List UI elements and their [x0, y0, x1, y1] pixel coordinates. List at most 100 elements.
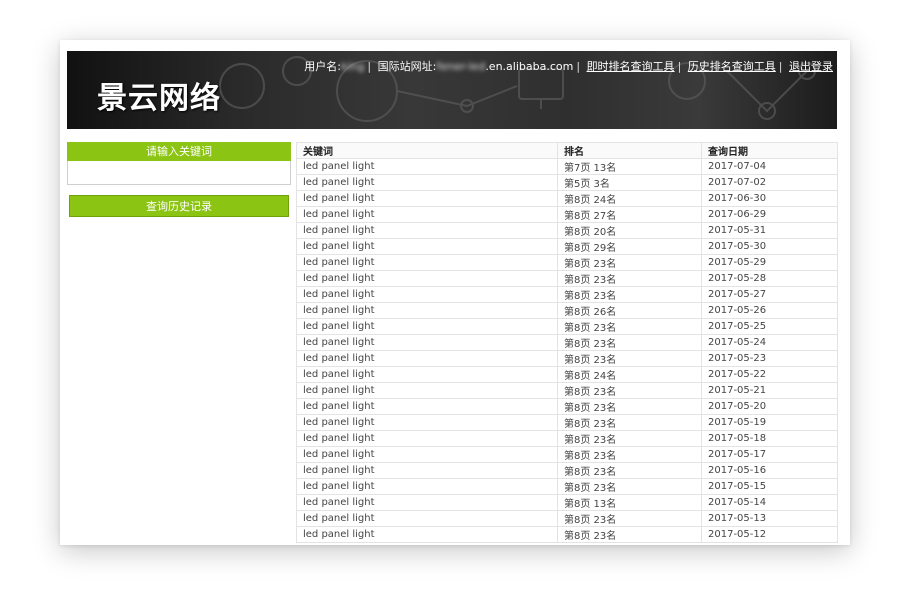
keyword-cell: led panel light [296, 526, 558, 543]
keyword-cell: led panel light [296, 478, 558, 495]
rank-cell: 第8页 23名 [557, 478, 702, 495]
table-row: led panel light 第8页 23名 2017-05-28 [296, 270, 838, 287]
rank-cell: 第8页 27名 [557, 206, 702, 223]
date-cell: 2017-05-22 [701, 366, 838, 383]
table-row: led panel light 第8页 23名 2017-05-23 [296, 350, 838, 367]
date-cell: 2017-07-02 [701, 174, 838, 191]
date-cell: 2017-05-28 [701, 270, 838, 287]
rank-cell: 第8页 23名 [557, 510, 702, 527]
keyword-cell: led panel light [296, 270, 558, 287]
table-row: led panel light 第8页 24名 2017-06-30 [296, 190, 838, 207]
date-cell: 2017-05-24 [701, 334, 838, 351]
instant-rank-tool-link[interactable]: 即时排名查询工具 [587, 60, 675, 73]
query-history-button[interactable]: 查询历史记录 [69, 195, 289, 217]
table-row: led panel light 第8页 23名 2017-05-27 [296, 286, 838, 303]
rank-cell: 第8页 24名 [557, 190, 702, 207]
username-label: 用户名: [304, 60, 341, 73]
rank-cell: 第8页 23名 [557, 318, 702, 335]
rank-cell: 第5页 3名 [557, 174, 702, 191]
ranking-results-table: 关键词 排名 查询日期 led panel light 第7页 13名 2017-0… [296, 142, 838, 543]
keyword-cell: led panel light [296, 206, 558, 223]
keyword-cell: led panel light [296, 494, 558, 511]
keyword-cell: led panel light [296, 254, 558, 271]
keyword-cell: led panel light [296, 286, 558, 303]
rank-cell: 第8页 23名 [557, 254, 702, 271]
table-row: led panel light 第8页 23名 2017-05-20 [296, 398, 838, 415]
keyword-input[interactable] [67, 161, 291, 185]
rank-cell: 第8页 23名 [557, 430, 702, 447]
top-navigation: 用户名:king | 国际站网址:fener-led.en.alibaba.com… [304, 60, 833, 73]
date-cell: 2017-05-12 [701, 526, 838, 543]
site-url-suffix: .en.alibaba.com [485, 60, 574, 73]
rank-cell: 第8页 23名 [557, 526, 702, 543]
rank-cell: 第8页 20名 [557, 222, 702, 239]
date-cell: 2017-05-17 [701, 446, 838, 463]
date-cell: 2017-05-13 [701, 510, 838, 527]
keyword-cell: led panel light [296, 430, 558, 447]
username-value: king [341, 60, 365, 73]
date-cell: 2017-06-30 [701, 190, 838, 207]
table-row: led panel light 第8页 23名 2017-05-17 [296, 446, 838, 463]
rank-cell: 第8页 23名 [557, 286, 702, 303]
rank-cell: 第8页 13名 [557, 494, 702, 511]
rank-cell: 第8页 23名 [557, 462, 702, 479]
rank-cell: 第8页 23名 [557, 270, 702, 287]
table-row: led panel light 第8页 23名 2017-05-15 [296, 478, 838, 495]
table-row: led panel light 第8页 23名 2017-05-18 [296, 430, 838, 447]
keyword-cell: led panel light [296, 366, 558, 383]
table-row: led panel light 第8页 23名 2017-05-13 [296, 510, 838, 527]
date-cell: 2017-05-23 [701, 350, 838, 367]
keyword-cell: led panel light [296, 398, 558, 415]
date-cell: 2017-05-15 [701, 478, 838, 495]
rank-cell: 第8页 23名 [557, 334, 702, 351]
keyword-cell: led panel light [296, 190, 558, 207]
table-row: led panel light 第7页 13名 2017-07-04 [296, 158, 838, 175]
logout-link[interactable]: 退出登录 [789, 60, 833, 73]
table-row: led panel light 第8页 27名 2017-06-29 [296, 206, 838, 223]
keyword-cell: led panel light [296, 414, 558, 431]
date-cell: 2017-07-04 [701, 158, 838, 175]
date-cell: 2017-05-19 [701, 414, 838, 431]
keyword-cell: led panel light [296, 382, 558, 399]
rank-cell: 第8页 23名 [557, 382, 702, 399]
table-row: led panel light 第8页 23名 2017-05-16 [296, 462, 838, 479]
date-cell: 2017-05-25 [701, 318, 838, 335]
table-row: led panel light 第8页 23名 2017-05-21 [296, 382, 838, 399]
keyword-cell: led panel light [296, 350, 558, 367]
keyword-cell: led panel light [296, 510, 558, 527]
date-cell: 2017-05-30 [701, 238, 838, 255]
history-rank-tool-link[interactable]: 历史排名查询工具 [688, 60, 776, 73]
rank-cell: 第8页 23名 [557, 350, 702, 367]
keyword-cell: led panel light [296, 302, 558, 319]
logo-text: 景云网络 [97, 81, 221, 116]
table-row: led panel light 第8页 29名 2017-05-30 [296, 238, 838, 255]
table-header-row: 关键词 排名 查询日期 [296, 142, 838, 159]
table-row: led panel light 第8页 13名 2017-05-14 [296, 494, 838, 511]
date-cell: 2017-05-16 [701, 462, 838, 479]
rank-cell: 第8页 26名 [557, 302, 702, 319]
table-row: led panel light 第8页 24名 2017-05-22 [296, 366, 838, 383]
date-cell: 2017-05-21 [701, 382, 838, 399]
table-row: led panel light 第5页 3名 2017-07-02 [296, 174, 838, 191]
date-cell: 2017-05-31 [701, 222, 838, 239]
keyword-cell: led panel light [296, 238, 558, 255]
keyword-cell: led panel light [296, 174, 558, 191]
rank-cell: 第8页 23名 [557, 414, 702, 431]
keyword-cell: led panel light [296, 318, 558, 335]
search-sidebar: 请输入关键词 查询历史记录 [67, 142, 291, 217]
date-cell: 2017-05-18 [701, 430, 838, 447]
table-row: led panel light 第8页 23名 2017-05-12 [296, 526, 838, 543]
date-cell: 2017-05-20 [701, 398, 838, 415]
keyword-cell: led panel light [296, 222, 558, 239]
header-keyword: 关键词 [296, 142, 558, 159]
table-row: led panel light 第8页 26名 2017-05-26 [296, 302, 838, 319]
date-cell: 2017-05-27 [701, 286, 838, 303]
table-row: led panel light 第8页 23名 2017-05-24 [296, 334, 838, 351]
site-url-blurred: fener-led [436, 60, 486, 73]
rank-cell: 第8页 23名 [557, 446, 702, 463]
site-label: 国际站网址: [377, 60, 437, 73]
date-cell: 2017-06-29 [701, 206, 838, 223]
keyword-cell: led panel light [296, 334, 558, 351]
header-banner: 景云网络 用户名:king | 国际站网址:fener-led.en.alibab… [67, 51, 837, 129]
keyword-label: 请输入关键词 [67, 142, 291, 161]
